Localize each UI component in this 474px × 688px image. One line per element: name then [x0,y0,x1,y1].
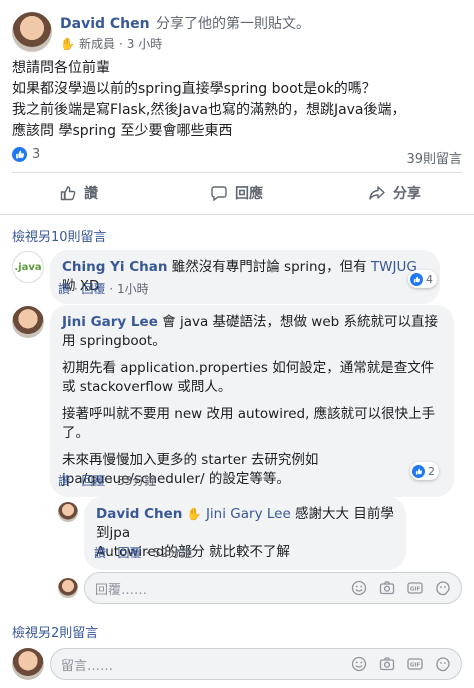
comment-like-link[interactable]: 讚 [58,282,70,296]
author-avatar[interactable] [12,12,52,52]
commenter-name[interactable]: Jini Gary Lee [62,314,158,330]
comment-button-label: 回應 [235,186,263,202]
reply-input-icons: GIF [351,580,451,596]
comment-input-icons: GIF [351,656,451,672]
emoji-icon[interactable] [351,580,367,596]
comment-icon [211,185,227,201]
post-line: 想請問各位前輩 [12,60,110,76]
share-icon [369,185,385,201]
camera-icon[interactable] [379,580,395,596]
comment-reaction-badge[interactable]: 4 [408,270,437,288]
gif-icon[interactable]: GIF [407,656,423,672]
thumbs-up-icon [60,185,76,201]
java-logo-text: .java [14,261,42,273]
reply-like-link[interactable]: 讚 [94,546,106,560]
current-user-avatar [58,578,78,598]
emoji-icon[interactable] [351,656,367,672]
comment-count[interactable]: 39則留言 [406,148,462,167]
comment-reply-link[interactable]: 回覆 [81,282,105,296]
comment-paragraph: 接著呼叫就不要用 new 改用 autowired, 應該就可以很快上手了。 [62,406,436,441]
current-user-avatar [12,648,44,680]
reply-avatar[interactable] [58,502,78,522]
sticker-icon[interactable] [435,580,451,596]
action-bar: 讚 回應 分享 [0,176,474,210]
post-time[interactable]: 3 小時 [127,35,162,52]
comment-input[interactable]: 留言…… GIF [50,648,462,680]
comment-actions: 讚 · 回覆 · 53分鐘 [58,474,157,488]
gif-icon[interactable]: GIF [407,580,423,596]
action-bar-divider-top [12,172,462,173]
like-count: 3 [32,147,41,162]
reaction-count: 2 [428,464,435,478]
share-button[interactable]: 分享 [316,176,474,210]
new-member-icon: ✋ [60,36,75,51]
comment-like-link[interactable]: 讚 [58,474,70,488]
reply-author-name[interactable]: David Chen [96,506,182,522]
reply-input-placeholder: 回覆…… [95,582,148,598]
comment-button[interactable]: 回應 [158,176,316,210]
post-line: 我之前後端是寫Flask,然後Java也寫的滿熟的，想跳Java後端， [12,102,406,118]
post-body: 想請問各位前輩 如果都沒學過以前的spring直接學spring boot是ok… [12,58,406,142]
comment-time[interactable]: 1小時 [117,282,149,296]
post-line: 應該問 學spring 至少要會哪些東西 [12,123,233,139]
share-button-label: 分享 [393,186,421,202]
like-button-label: 讚 [84,186,98,202]
svg-text:GIF: GIF [410,663,421,669]
camera-icon[interactable] [379,656,395,672]
post-reactions[interactable]: 3 [12,147,40,162]
post-meta: ✋ 新成員 · 3 小時 [60,35,162,52]
comment-reply-link[interactable]: 回覆 [81,474,105,488]
meta-separator: · [118,36,123,51]
wave-icon: ✋ [186,507,202,521]
comment-paragraph: 初期先看 application.properties 如何設定，通常就是查文件… [62,360,435,395]
post-action-text: 分享了他的第一則貼文。 [156,16,311,32]
commenter-avatar-java[interactable]: .java [12,251,44,283]
comment-actions: 讚 · 回覆 · 1小時 [58,282,149,296]
like-reaction-icon [410,272,423,286]
like-button[interactable]: 讚 [0,176,158,210]
comment-input-placeholder: 留言…… [61,658,114,674]
post-header: David Chen 分享了他的第一則貼文。 [60,13,310,33]
comment-reaction-badge[interactable]: 2 [410,462,439,480]
comment-paragraph: Jini Gary Lee 會 java 基礎語法，想做 web 系統就可以直接… [62,313,442,351]
action-bar-divider-bottom [0,214,474,215]
reply-actions: 讚 · 回覆 · 52分鐘 [94,546,193,560]
sticker-icon[interactable] [435,656,451,672]
comment-time[interactable]: 53分鐘 [117,474,156,488]
reply-reply-link[interactable]: 回覆 [117,546,141,560]
reply-input[interactable]: 回覆…… GIF [84,572,462,604]
post-line: 如果都沒學過以前的spring直接學spring boot是ok的嗎？ [12,81,376,97]
reply-mention[interactable]: Jini Gary Lee [206,506,291,522]
comment-bubble: Jini Gary Lee 會 java 基礎語法，想做 web 系統就可以直接… [50,305,454,497]
svg-text:GIF: GIF [410,587,421,593]
commenter-avatar[interactable] [12,306,44,338]
view-more-comments-link[interactable]: 檢視另10則留言 [12,226,107,245]
view-more-comments-link[interactable]: 檢視另2則留言 [12,622,98,641]
member-badge: 新成員 [78,37,115,51]
comment-text: 雖然沒有專門討論 spring，但有 [167,259,371,275]
like-reaction-icon [12,147,27,162]
commenter-name[interactable]: Ching Yi Chan [62,259,167,275]
like-reaction-icon [412,464,425,478]
author-name[interactable]: David Chen [60,16,150,32]
reply-line: David Chen ✋ Jini Gary Lee 感謝大大 目前學到jpa [96,505,394,543]
reaction-count: 4 [426,272,433,286]
reply-time[interactable]: 52分鐘 [153,546,192,560]
